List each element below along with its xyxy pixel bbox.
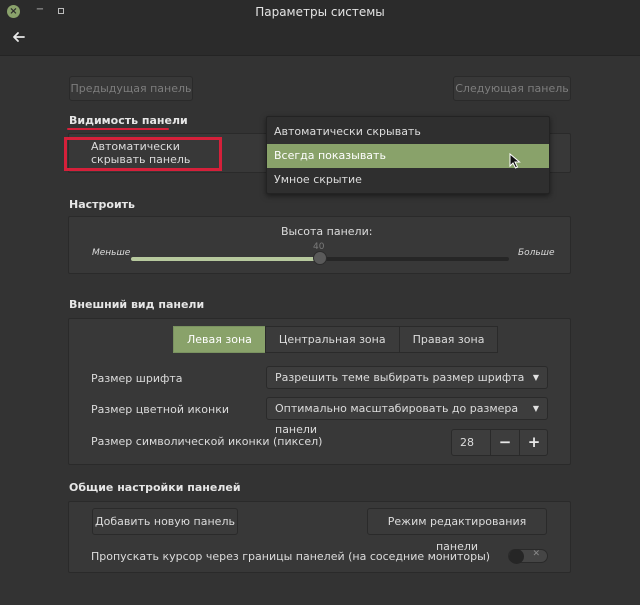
- chevron-down-icon: ▼: [532, 404, 539, 413]
- height-slider-handle[interactable]: [313, 251, 327, 265]
- toolbar: [0, 24, 640, 56]
- symbolic-icon-label: Размер символической иконки (пиксел): [91, 435, 323, 448]
- appearance-section-title: Внешний вид панели: [69, 298, 205, 311]
- window-title: Параметры системы: [255, 5, 385, 19]
- font-size-select-value: Разрешить теме выбирать размер шрифта: [275, 371, 525, 384]
- symbolic-icon-value[interactable]: 28: [460, 436, 474, 449]
- switch-knob: [509, 549, 524, 564]
- symbolic-icon-spinner: 28 − +: [451, 429, 548, 456]
- visibility-section-title: Видимость панели: [69, 114, 188, 127]
- tab-right-zone[interactable]: Правая зона: [398, 326, 499, 353]
- pass-cursor-label: Пропускать курсор через границы панелей …: [91, 550, 491, 563]
- font-size-select[interactable]: Разрешить теме выбирать размер шрифта ▼: [266, 366, 548, 389]
- zone-tabs: Левая зона Центральная зона Правая зона: [173, 326, 499, 353]
- chevron-down-icon: ▼: [532, 373, 539, 382]
- pass-cursor-switch[interactable]: ✕: [508, 549, 548, 564]
- next-panel-button[interactable]: Следующая панель: [453, 76, 571, 101]
- increment-button[interactable]: +: [519, 430, 548, 455]
- height-label: Высота панели:: [281, 225, 373, 238]
- switch-off-icon: ✕: [532, 549, 540, 559]
- slider-min-label: Меньше: [92, 248, 131, 258]
- slider-max-label: Больше: [518, 248, 555, 258]
- highlight-box: [64, 137, 222, 171]
- visibility-dropdown-menu: Автоматически скрывать Всегда показывать…: [266, 116, 550, 194]
- tab-center-zone[interactable]: Центральная зона: [264, 326, 400, 353]
- title-underline: [67, 128, 169, 130]
- menu-item-autohide[interactable]: Автоматически скрывать: [267, 120, 549, 144]
- color-icon-select[interactable]: Оптимально масштабировать до размера пан…: [266, 397, 548, 436]
- add-panel-button[interactable]: Добавить новую панель: [92, 508, 238, 535]
- tab-left-zone[interactable]: Левая зона: [173, 326, 266, 353]
- mouse-pointer-icon: [509, 152, 521, 169]
- font-size-label: Размер шрифта: [91, 372, 183, 385]
- titlebar: × − Параметры системы: [0, 0, 640, 24]
- menu-item-always-show[interactable]: Всегда показывать: [267, 144, 549, 168]
- prev-panel-button[interactable]: Предыдущая панель: [69, 76, 193, 101]
- customize-section-title: Настроить: [69, 198, 135, 211]
- color-icon-label: Размер цветной иконки: [91, 403, 229, 416]
- menu-item-smart-hide[interactable]: Умное скрытие: [267, 168, 549, 192]
- decrement-button[interactable]: −: [490, 430, 519, 455]
- general-section-title: Общие настройки панелей: [69, 481, 241, 494]
- back-arrow-icon[interactable]: [11, 29, 27, 45]
- edit-mode-button[interactable]: Режим редактирования панели: [367, 508, 547, 553]
- height-slider-fill: [131, 257, 320, 261]
